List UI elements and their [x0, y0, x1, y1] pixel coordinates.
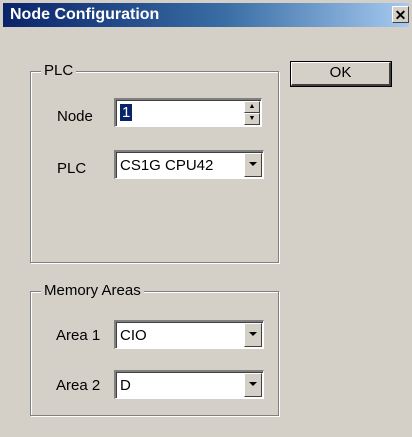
chevron-down-icon [249, 332, 257, 336]
close-icon: ✕ [394, 7, 407, 23]
node-value: 1 [120, 104, 133, 121]
node-label: Node [57, 108, 93, 125]
spin-down-button[interactable]: ▼ [244, 113, 260, 125]
area1-label: Area 1 [56, 327, 101, 344]
spin-up-icon: ▲ [248, 103, 256, 110]
dialog-title: Node Configuration [10, 6, 160, 23]
node-configuration-dialog: Node Configuration ✕ PLC Node 1 ▲ ▼ PLC … [0, 0, 412, 437]
area2-select-value: D [120, 377, 131, 394]
plc-label: PLC [57, 160, 87, 177]
plc-select-value: CS1G CPU42 [120, 157, 214, 174]
chevron-down-icon [249, 382, 257, 386]
chevron-down-icon [249, 162, 257, 166]
area1-select-value: CIO [120, 327, 147, 344]
area2-dropdown-button[interactable] [244, 373, 262, 397]
memory-areas-legend: Memory Areas [41, 282, 144, 299]
area1-select[interactable]: CIO [114, 320, 264, 349]
area2-select[interactable]: D [114, 370, 264, 399]
area1-dropdown-button[interactable] [244, 323, 262, 347]
area2-label: Area 2 [56, 377, 101, 394]
node-spinner[interactable]: ▲ ▼ [244, 101, 260, 125]
spin-up-button[interactable]: ▲ [244, 101, 260, 113]
plc-select[interactable]: CS1G CPU42 [114, 150, 264, 179]
node-spin-input[interactable]: 1 ▲ ▼ [114, 98, 262, 127]
plc-group-legend: PLC [41, 62, 77, 79]
spin-down-icon: ▼ [248, 115, 256, 122]
ok-button[interactable]: OK [290, 61, 392, 87]
title-bar[interactable]: Node Configuration ✕ [3, 3, 409, 27]
close-button[interactable]: ✕ [392, 6, 409, 23]
plc-dropdown-button[interactable] [244, 153, 262, 177]
